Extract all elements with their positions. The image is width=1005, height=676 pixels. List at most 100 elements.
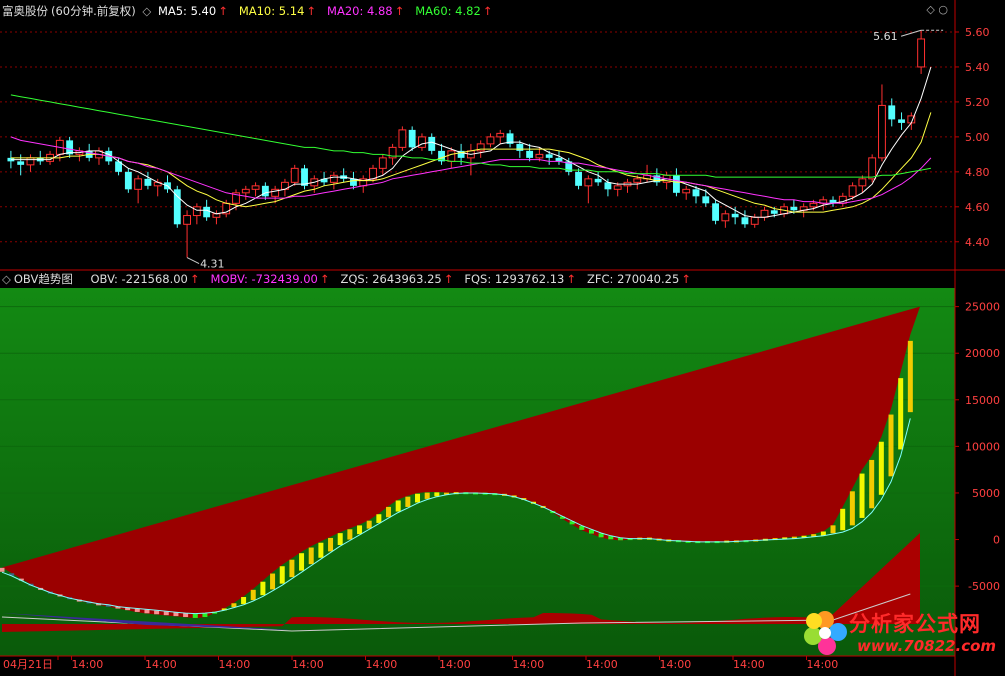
candle-body (369, 167, 377, 180)
price-indicator-2: MA20: 4.88 ↑ (327, 4, 405, 18)
x-tick-label: 14:00 (586, 658, 618, 671)
price-tick-label: 5.20 (965, 96, 990, 109)
obv-bar (202, 613, 208, 618)
candle-body (418, 136, 426, 148)
obv-bar (347, 529, 353, 540)
obv-bar (366, 520, 372, 529)
candle-body (575, 171, 582, 186)
obv-bar (134, 608, 140, 612)
stock-title: 富奥股份 (2, 4, 48, 18)
obv-chart (0, 288, 955, 656)
chart-canvas: 5.61 4.31 4.40 4.60 4.80 5.00 5.20 5.40 5.60 250… (0, 0, 1005, 676)
candle-body (888, 105, 896, 120)
candle-body (604, 182, 612, 190)
watermark-title: 分析家公式网 (849, 612, 981, 636)
obv-bar (386, 506, 392, 518)
candle-body (124, 171, 132, 190)
obv-bar (192, 613, 198, 618)
candle-body (741, 217, 749, 225)
up-arrow-icon: ↑ (566, 272, 577, 286)
x-tick-label: 14:00 (660, 658, 692, 671)
candle-body (770, 210, 778, 214)
up-arrow-icon: ↑ (319, 272, 330, 286)
candle-body (682, 188, 691, 194)
candle-body (584, 178, 593, 187)
obv-bar (308, 547, 314, 565)
up-arrow-icon: ↑ (482, 4, 493, 18)
candle-body (712, 203, 719, 221)
price-indicator-1: MA10: 5.14 ↑ (238, 4, 317, 18)
obv-bar (849, 491, 855, 526)
obv-diamond-icon[interactable]: ◇ (2, 272, 11, 286)
candle-body (212, 213, 221, 218)
window-controls: ◇ ○ (926, 3, 948, 16)
obv-bar (878, 441, 884, 495)
x-tick-label: 14:00 (439, 658, 471, 671)
price-chart: 5.61 4.31 (0, 29, 955, 271)
obv-bar (405, 496, 411, 507)
diamond-icon[interactable]: ◇ (142, 4, 151, 18)
low-pointer (186, 257, 200, 264)
x-tick-label: 14:00 (145, 658, 177, 671)
candle-body (868, 157, 877, 180)
obv-bar (424, 492, 430, 499)
period-label: (60分钟.前复权) (51, 4, 136, 18)
obv-bar (357, 525, 363, 535)
candle-body (917, 38, 926, 68)
x-tick-label: 14:00 (513, 658, 545, 671)
candle-body (378, 157, 387, 169)
candle-body (790, 206, 798, 211)
obv-bar (241, 597, 247, 605)
obv-indicator-2: ZQS: 2643963.25 ↑ (340, 272, 454, 286)
candle-body (408, 129, 416, 148)
candle-body (750, 216, 759, 225)
obv-bar (415, 493, 421, 503)
candle-body (26, 157, 35, 166)
close-circle-icon[interactable]: ○ (938, 3, 948, 16)
price-tick-label: 5.40 (965, 61, 990, 74)
obv-tick-label: 25000 (965, 301, 1000, 314)
candle-body (594, 178, 602, 183)
watermark-url: www.70822.com (857, 637, 997, 655)
obv-indicator-1: MOBV: -732439.00 ↑ (210, 272, 330, 286)
candle-body (192, 206, 201, 217)
candle-body (702, 196, 710, 204)
price-tick-label: 4.80 (965, 166, 990, 179)
x-tick-label: 14:00 (72, 658, 104, 671)
obv-bar (318, 542, 324, 558)
candle-body (848, 185, 857, 197)
x-tick-label: 04月21日 (3, 658, 53, 671)
ma-line-ma5 (10, 66, 932, 218)
obv-indicator-3: FQS: 1293762.13 ↑ (464, 272, 577, 286)
low-price-label: 4.31 (200, 258, 225, 271)
obv-bar (299, 553, 305, 571)
candle-body (633, 178, 642, 183)
candle-body (878, 104, 886, 159)
price-indicator-3: MA60: 4.82 ↑ (415, 4, 493, 18)
candle-body (486, 136, 495, 145)
obv-bar (898, 378, 904, 450)
obv-bar (859, 473, 865, 518)
candle-body (535, 153, 544, 159)
candle-body (241, 188, 250, 194)
up-arrow-icon: ↑ (218, 4, 228, 18)
up-arrow-icon: ↑ (189, 272, 200, 286)
candle-body (447, 150, 456, 162)
candle-body (898, 119, 905, 123)
candle-body (673, 175, 680, 193)
candle-body (613, 185, 622, 190)
obv-tick-label: 15000 (965, 394, 1000, 407)
candle-body (545, 154, 553, 158)
candle-body (526, 150, 534, 158)
candle-body (692, 189, 700, 197)
obv-tick-label: 20000 (965, 347, 1000, 360)
obv-bar (869, 459, 875, 509)
obv-indicator-0: OBV: -221568.00 ↑ (90, 272, 200, 286)
price-indicator-0: MA5: 5.40 ↑ (157, 4, 228, 18)
obv-bar (163, 611, 169, 616)
obv-bar (173, 612, 179, 617)
obv-bar (328, 537, 334, 552)
candle-body (17, 161, 25, 165)
candle-body (261, 185, 269, 197)
settings-diamond-icon[interactable]: ◇ (926, 3, 934, 16)
